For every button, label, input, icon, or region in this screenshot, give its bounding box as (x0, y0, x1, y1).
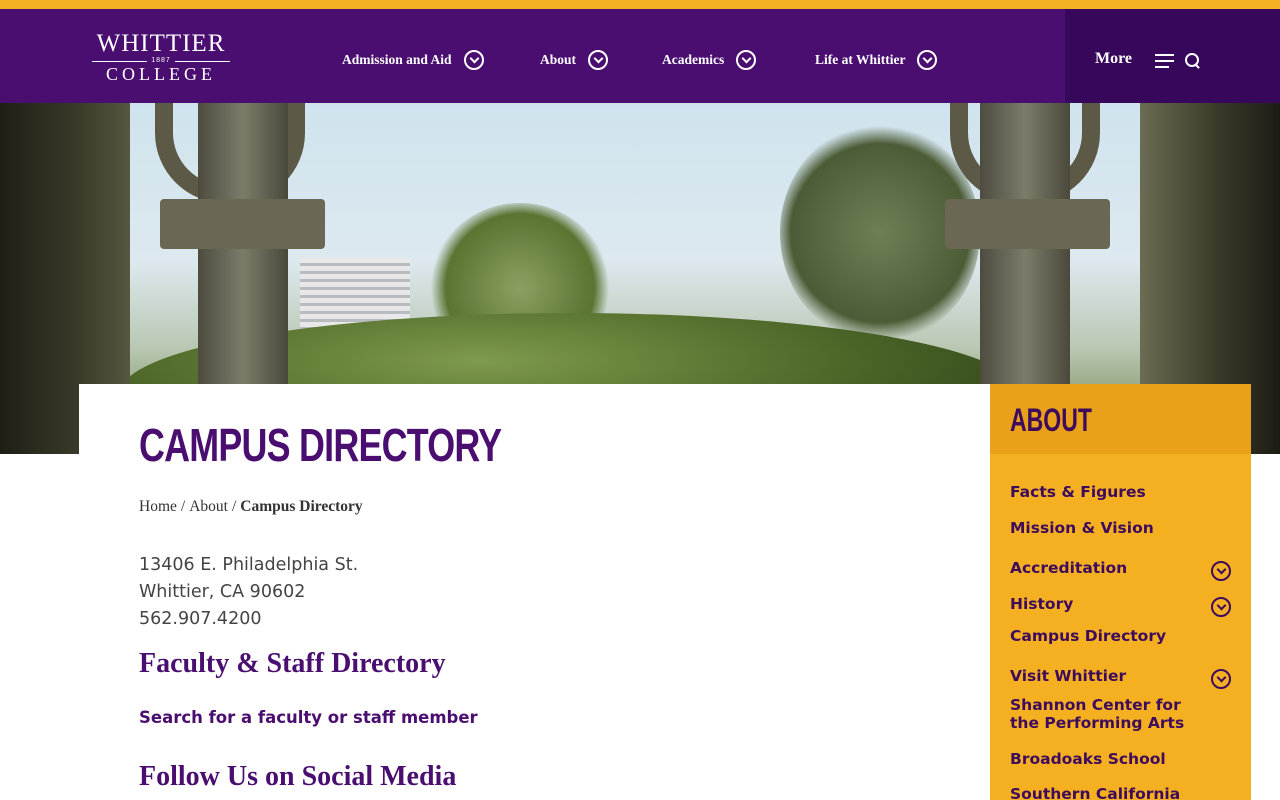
sidebar-header: ABOUT (990, 384, 1251, 454)
sidebar-item-label: Southern California (1010, 785, 1181, 800)
address-city: Whittier, CA 90602 (139, 582, 306, 602)
hamburger-menu-icon[interactable] (1155, 54, 1174, 68)
nav-admission-and-aid[interactable]: Admission and Aid (342, 47, 484, 73)
nav-label: About (540, 52, 577, 67)
sidebar-item-label: Shannon Center for the Performing Arts (1010, 696, 1185, 732)
breadcrumb-home[interactable]: Home (139, 498, 177, 516)
more-button[interactable]: More (1095, 50, 1132, 68)
about-sidebar: ABOUT Facts & Figures Mission & Vision A… (990, 384, 1251, 800)
search-faculty-link[interactable]: Search for a faculty or staff member (139, 708, 478, 727)
sidebar-item-label: History (1010, 595, 1074, 613)
sidebar-item-label: Visit Whittier (1010, 667, 1127, 685)
sidebar-item-label: Facts & Figures (1010, 483, 1146, 501)
chevron-down-icon[interactable] (588, 50, 609, 70)
address-phone: 562.907.4200 (139, 609, 262, 629)
chevron-down-icon[interactable] (1211, 669, 1231, 689)
breadcrumb-about[interactable]: About (189, 498, 228, 516)
sidebar-item-label: Campus Directory (1010, 627, 1167, 645)
nav-label: Life at Whittier (815, 52, 906, 67)
address-street: 13406 E. Philadelphia St. (139, 555, 359, 575)
sidebar-item-label: Mission & Vision (1010, 519, 1154, 537)
nav-about[interactable]: About (540, 47, 609, 73)
breadcrumb-separator: / (180, 498, 186, 515)
sidebar-title: ABOUT (1010, 402, 1092, 438)
logo-wordmark-bottom: COLLEGE (106, 64, 216, 84)
campus-address: 13406 E. Philadelphia St. Whittier, CA 9… (139, 552, 358, 633)
breadcrumb-separator: / (231, 498, 237, 515)
sidebar-item-facts-figures[interactable]: Facts & Figures (1010, 483, 1231, 501)
sidebar-item-campus-directory[interactable]: Campus Directory (1010, 627, 1231, 645)
sidebar-item-label: Accreditation (1010, 559, 1128, 577)
sidebar-item-accreditation[interactable]: Accreditation (1010, 555, 1231, 581)
sidebar-item-broadoaks-school[interactable]: Broadoaks School (1010, 750, 1231, 768)
whittier-college-logo[interactable]: WHITTIER 1887 COLLEGE (86, 31, 236, 87)
sidebar-item-history[interactable]: History (1010, 591, 1231, 617)
nav-life-at-whittier[interactable]: Life at Whittier (815, 47, 938, 73)
breadcrumb-current: Campus Directory (240, 498, 363, 515)
nav-academics[interactable]: Academics (662, 47, 757, 73)
more-menu-area: More (1065, 9, 1280, 103)
chevron-down-icon[interactable] (736, 50, 757, 70)
nav-label: Academics (662, 52, 725, 67)
sidebar-item-visit-whittier[interactable]: Visit Whittier (1010, 663, 1231, 689)
chevron-down-icon[interactable] (463, 50, 484, 70)
page-title: CAMPUS DIRECTORY (139, 419, 502, 471)
chevron-down-icon[interactable] (1211, 561, 1231, 581)
sidebar-item-shannon-center[interactable]: Shannon Center for the Performing Arts (1010, 696, 1210, 732)
top-accent-stripe (0, 0, 1280, 9)
breadcrumb: Home / About / Campus Directory (139, 498, 363, 516)
nav-label: Admission and Aid (342, 52, 452, 67)
sidebar-item-mission-vision[interactable]: Mission & Vision (1010, 519, 1231, 537)
chevron-down-icon[interactable] (1211, 597, 1231, 617)
sidebar-item-label: Broadoaks School (1010, 750, 1166, 768)
chevron-down-icon[interactable] (917, 50, 938, 70)
logo-wordmark-top: WHITTIER (96, 30, 226, 57)
social-media-heading: Follow Us on Social Media (139, 761, 457, 792)
sidebar-item-southern-california[interactable]: Southern California (1010, 785, 1231, 800)
faculty-staff-heading: Faculty & Staff Directory (139, 648, 446, 679)
search-icon[interactable] (1185, 53, 1201, 69)
